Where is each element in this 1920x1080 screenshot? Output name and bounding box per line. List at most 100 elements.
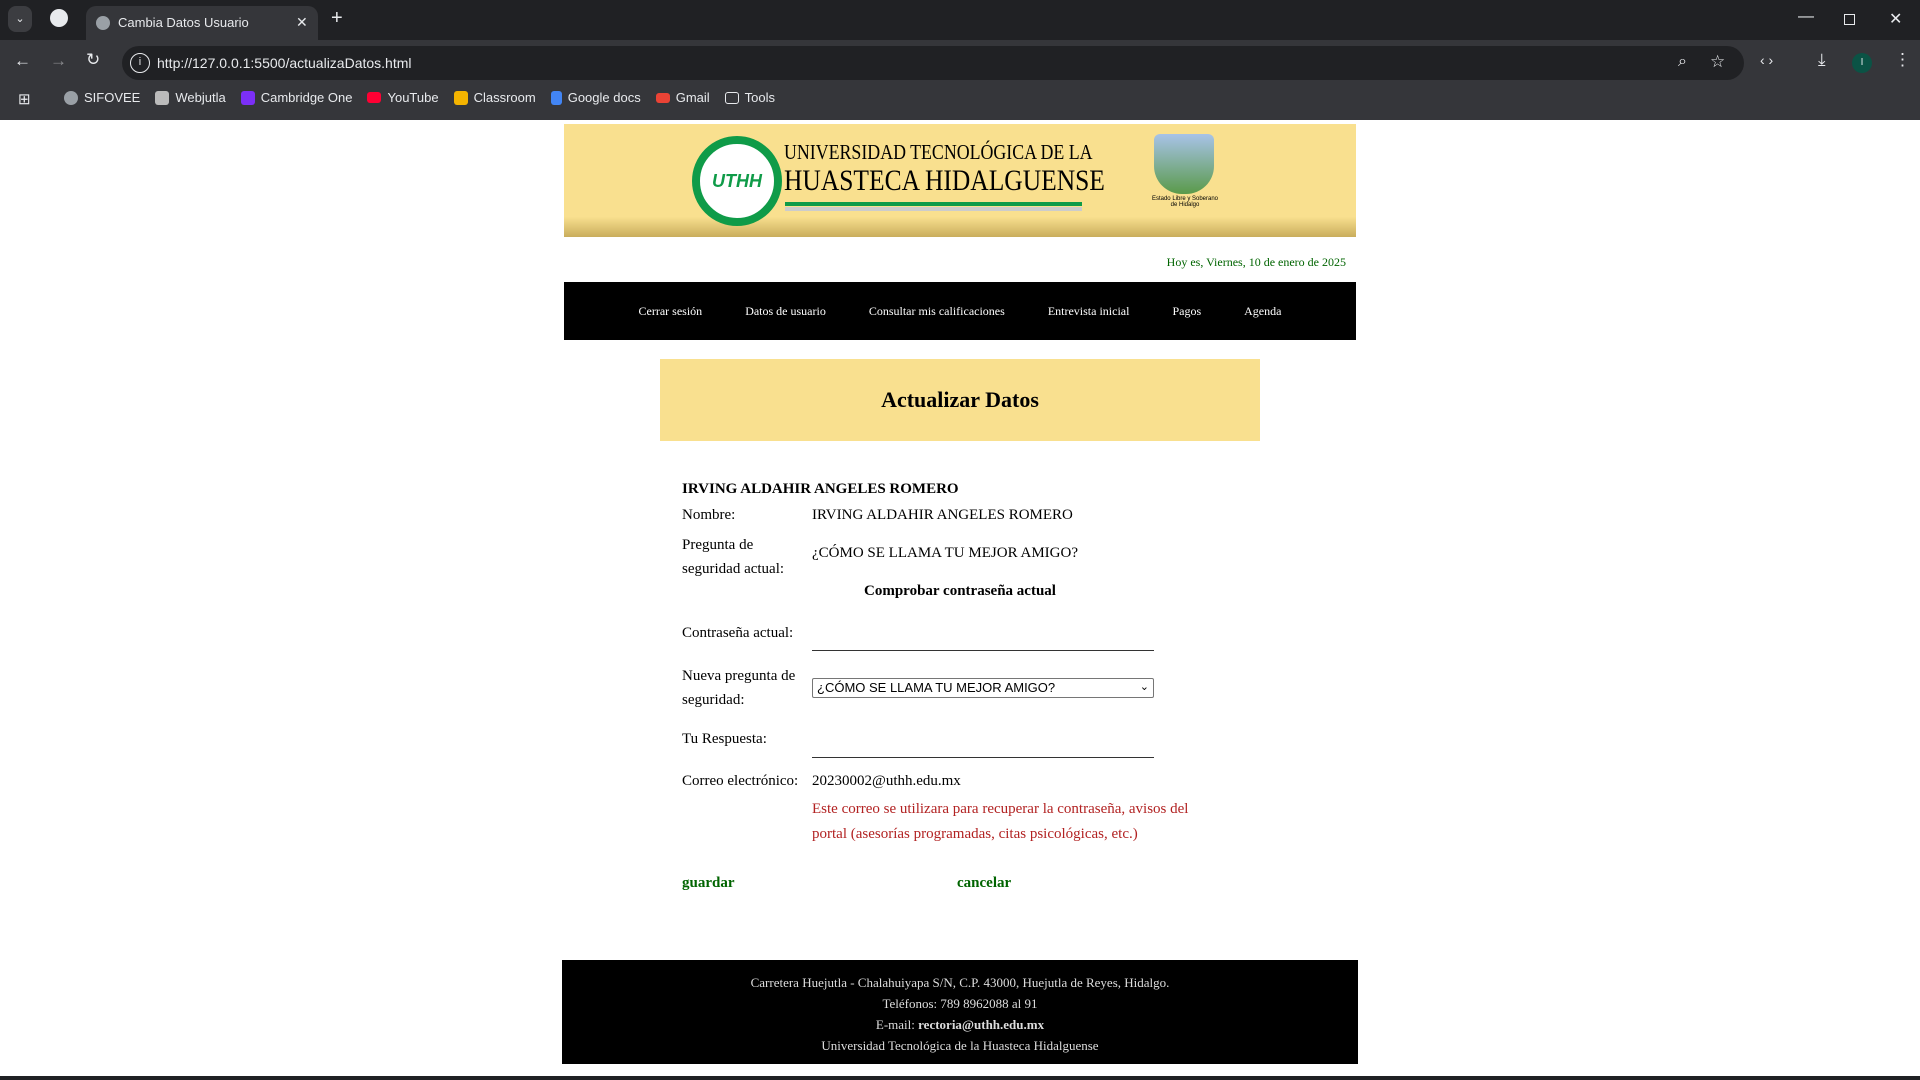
email-prefix: E-mail: (875, 1017, 919, 1032)
bottom-border (0, 1076, 1920, 1080)
minimize-button[interactable]: — (1798, 8, 1814, 26)
check-password-heading: Comprobar contraseña actual (864, 583, 1056, 599)
main-nav: Cerrar sesión Datos de usuario Consultar… (564, 282, 1356, 340)
bookmark-label: Tools (744, 90, 776, 105)
bookmark-label: Gmail (675, 90, 710, 105)
profile-avatar[interactable]: I (1852, 53, 1872, 73)
download-icon[interactable]: ⤓ (1818, 50, 1826, 70)
bookmark-star-icon[interactable]: ☆ (1710, 52, 1725, 72)
bookmark-icon (155, 90, 170, 105)
bookmark-icon (240, 90, 255, 105)
address-bar[interactable]: i http://127.0.0.1:5500/actualizaDatos.h… (122, 46, 1744, 80)
github-icon[interactable] (50, 9, 68, 27)
name-value: IRVING ALDAHIR ANGELES ROMERO (812, 507, 1073, 523)
cancel-link[interactable]: cancelar (957, 875, 1011, 892)
bookmark-label: Webjutla (175, 90, 226, 105)
bookmark-classroom[interactable]: Classroom (453, 90, 536, 105)
logo-text: UTHH (712, 170, 762, 191)
bookmark-label: SIFOVEE (84, 90, 141, 105)
site-info-icon[interactable]: i (130, 53, 150, 73)
zoom-icon[interactable]: ⌕ (1678, 53, 1687, 71)
tab-title: Cambia Datos Usuario (118, 15, 249, 30)
label-line: seguridad: (682, 692, 745, 708)
email-value: 20230002@uthh.edu.mx (812, 773, 961, 789)
nav-agenda[interactable]: Agenda (1244, 304, 1281, 319)
university-name-line1: UNIVERSIDAD TECNOLÓGICA DE LA (784, 140, 1093, 164)
answer-input[interactable] (812, 733, 1154, 758)
answer-label: Tu Respuesta: (682, 731, 767, 747)
classroom-icon (453, 90, 468, 105)
tab-search-button[interactable]: ⌄ (8, 6, 32, 32)
reload-button[interactable]: ↻ (86, 50, 100, 70)
selected-option: ¿CÓMO SE LLAMA TU MEJOR AMIGO? (817, 680, 1056, 695)
university-name-line2: HUASTECA HIDALGUENSE (784, 164, 1105, 197)
footer-email[interactable]: rectoria@uthh.edu.mx (918, 1017, 1044, 1032)
password-input[interactable] (812, 626, 1154, 651)
nav-datos-usuario[interactable]: Datos de usuario (745, 304, 826, 319)
label-line: Pregunta de (682, 537, 754, 553)
email-label: Correo electrónico: (682, 773, 799, 789)
new-question-label: Nueva pregunta de seguridad: (682, 664, 795, 712)
bookmark-sifovee[interactable]: SIFOVEE (64, 90, 140, 105)
url-text[interactable]: http://127.0.0.1:5500/actualizaDatos.htm… (157, 55, 412, 71)
label-line: Nueva pregunta de (682, 668, 796, 684)
question-value: ¿CÓMO SE LLAMA TU MEJOR AMIGO? (812, 545, 1078, 561)
hidalgo-coat-of-arms (1154, 134, 1214, 194)
close-tab-icon[interactable]: ✕ (296, 14, 308, 31)
forward-button[interactable]: → (50, 51, 67, 71)
tab-active[interactable]: Cambia Datos Usuario ✕ (86, 6, 318, 40)
footer-university: Universidad Tecnológica de la Huasteca H… (821, 1038, 1099, 1053)
bookmark-youtube[interactable]: YouTube (367, 90, 439, 105)
chevron-down-icon: ⌄ (1139, 681, 1149, 693)
header-banner: UTHH UNIVERSIDAD TECNOLÓGICA DE LA HUAST… (564, 124, 1356, 237)
nav-calificaciones[interactable]: Consultar mis calificaciones (869, 304, 1005, 319)
close-window-button[interactable]: ✕ (1889, 9, 1902, 29)
state-caption: Estado Libre y Soberano de Hidalgo (1151, 196, 1219, 208)
save-link[interactable]: guardar (682, 875, 735, 892)
nav-entrevista[interactable]: Entrevista inicial (1048, 304, 1130, 319)
nav-pagos[interactable]: Pagos (1172, 304, 1201, 319)
docs-icon (550, 90, 562, 105)
label-line: seguridad actual: (682, 561, 785, 577)
footer-address: Carretera Huejutla - Chalahuiyapa S/N, C… (750, 975, 1170, 990)
back-button[interactable]: ← (14, 51, 31, 71)
folder-icon (724, 91, 739, 104)
nav-cerrar-sesion[interactable]: Cerrar sesión (639, 304, 703, 319)
footer: Carretera Huejutla - Chalahuiyapa S/N, C… (562, 960, 1358, 1064)
apps-icon[interactable]: ⊞ (18, 90, 31, 108)
globe-icon (96, 16, 110, 30)
password-label: Contraseña actual: (682, 625, 794, 641)
tab-strip: ⌄ Cambia Datos Usuario ✕ + — ✕ (0, 0, 1920, 40)
uthh-logo: UTHH (692, 136, 782, 226)
bookmark-gmail[interactable]: Gmail (655, 90, 710, 105)
note-line: Este correo se utilizara para recuperar … (812, 801, 1189, 817)
bookmark-label: YouTube (387, 90, 439, 105)
restore-button[interactable] (1844, 14, 1855, 25)
menu-icon[interactable]: ⋮ (1894, 50, 1911, 70)
new-question-select[interactable]: ¿CÓMO SE LLAMA TU MEJOR AMIGO? ⌄ (812, 678, 1154, 698)
header-stripe (785, 202, 1082, 206)
bookmark-google-docs[interactable]: Google docs (550, 90, 641, 105)
header-stripe-grey (785, 207, 1082, 211)
bookmark-icon (64, 90, 78, 105)
bookmark-tools[interactable]: Tools (724, 90, 776, 105)
bookmark-webjutla[interactable]: Webjutla (155, 90, 226, 105)
code-icon[interactable]: ‹ › (1760, 52, 1773, 68)
question-label: Pregunta de seguridad actual: (682, 533, 784, 581)
footer-email-line: E-mail: rectoria@uthh.edu.mx (562, 1014, 1358, 1035)
user-heading: IRVING ALDAHIR ANGELES ROMERO (682, 481, 959, 497)
bookmarks-bar: SIFOVEE Webjutla Cambridge One YouTube C… (64, 90, 775, 105)
bookmark-label: Google docs (567, 90, 641, 105)
email-note: Este correo se utilizara para recuperar … (812, 797, 1188, 847)
bookmark-cambridge-one[interactable]: Cambridge One (240, 90, 353, 105)
toolbar: ← → ↻ i http://127.0.0.1:5500/actualizaD… (0, 40, 1920, 120)
new-tab-button[interactable]: + (331, 7, 343, 30)
current-date: Hoy es, Viernes, 10 de enero de 2025 (1166, 255, 1346, 269)
note-line: portal (asesorías programadas, citas psi… (812, 826, 1138, 842)
bookmark-label: Cambridge One (260, 90, 353, 105)
footer-phones: Teléfonos: 789 8962088 al 91 (882, 996, 1038, 1011)
youtube-icon (367, 92, 382, 103)
page-title: Actualizar Datos (660, 359, 1260, 441)
bookmark-label: Classroom (473, 90, 536, 105)
name-label: Nombre: (682, 507, 736, 523)
